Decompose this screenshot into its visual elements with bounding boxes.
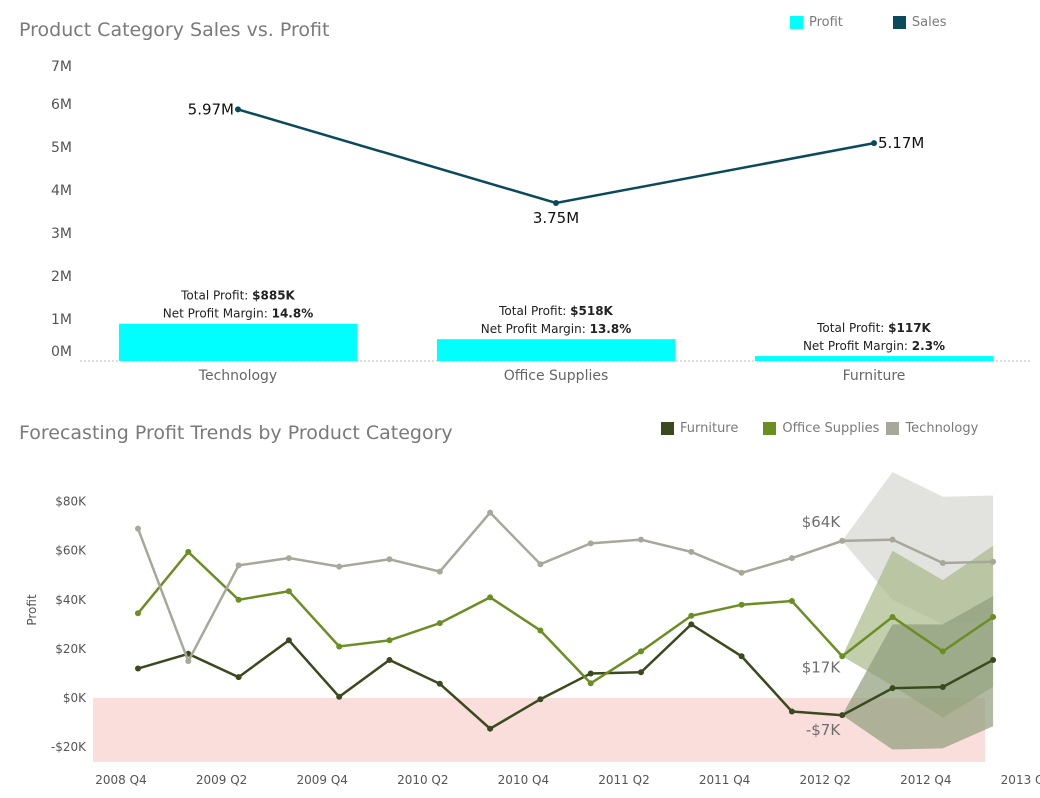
series-point-furniture: [587, 670, 594, 677]
y-tick-label: $60K: [55, 544, 87, 558]
series-point-technology: [788, 555, 795, 562]
forecast-label-office-supplies: $17K: [802, 658, 842, 676]
series-point-office-supplies: [688, 612, 695, 619]
series-point-technology: [135, 525, 141, 532]
series-point-office-supplies: [738, 601, 745, 608]
series-point-technology: [990, 558, 997, 565]
series-point-technology: [336, 563, 343, 570]
y-tick-label: $40K: [55, 593, 87, 607]
series-point-office-supplies: [638, 648, 644, 655]
series-point-office-supplies: [135, 610, 141, 617]
series-point-furniture: [436, 680, 443, 687]
series-point-technology: [487, 509, 494, 516]
series-point-furniture: [990, 656, 997, 663]
series-point-office-supplies: [939, 648, 946, 655]
x-tick-label: 2012 Q4: [900, 773, 951, 787]
series-point-furniture: [638, 669, 644, 676]
x-tick-label: 2009 Q4: [296, 773, 347, 787]
series-point-office-supplies: [185, 548, 192, 555]
series-point-office-supplies: [235, 596, 242, 603]
series-point-furniture: [235, 674, 242, 681]
x-tick-label: 2013 Q2: [1001, 773, 1040, 787]
y-tick-label: $20K: [55, 642, 87, 656]
series-point-office-supplies: [436, 620, 443, 627]
series-point-furniture: [788, 708, 795, 715]
series-point-technology: [235, 562, 242, 569]
y-axis-title: Profit: [25, 594, 39, 626]
forecast-label-technology: $64K: [802, 513, 842, 531]
series-point-technology: [688, 548, 695, 555]
series-point-technology: [185, 658, 192, 665]
series-point-furniture: [537, 696, 544, 703]
series-point-office-supplies: [537, 627, 544, 634]
series-point-furniture: [386, 656, 393, 663]
series-point-furniture: [285, 637, 292, 644]
series-point-office-supplies: [990, 613, 997, 620]
series-point-technology: [587, 540, 594, 547]
series-point-office-supplies: [587, 680, 594, 687]
series-point-office-supplies: [788, 598, 795, 605]
x-tick-label: 2011 Q4: [699, 773, 750, 787]
series-point-technology: [285, 555, 292, 562]
series-point-technology: [386, 556, 393, 563]
series-point-technology: [939, 559, 946, 566]
series-point-office-supplies: [889, 613, 896, 620]
series-point-technology: [537, 561, 544, 568]
series-point-office-supplies: [386, 637, 393, 644]
x-tick-label: 2010 Q2: [397, 773, 448, 787]
x-tick-label: 2011 Q2: [598, 773, 649, 787]
x-tick-label: 2009 Q2: [196, 773, 247, 787]
series-point-technology: [436, 568, 443, 575]
series-point-office-supplies: [285, 588, 292, 595]
x-tick-label: 2008 Q4: [95, 773, 146, 787]
x-tick-label: 2010 Q4: [498, 773, 549, 787]
series-point-technology: [738, 569, 745, 576]
series-point-technology: [839, 537, 846, 544]
series-point-furniture: [839, 712, 846, 719]
forecast-label-furniture: -$7K: [806, 721, 841, 739]
y-tick-label: $0K: [63, 691, 87, 705]
forecast-profit-chart: $80K $60K $40K $20K $0K -$20K Profit 2008 Q4 200…: [25, 472, 1040, 787]
y-tick-label: -$20K: [51, 740, 87, 754]
series-point-furniture: [939, 683, 946, 690]
series-point-office-supplies: [487, 594, 494, 601]
x-tick-label: 2012 Q2: [799, 773, 850, 787]
series-point-furniture: [688, 621, 695, 628]
series-point-technology: [638, 536, 644, 543]
series-point-furniture: [487, 725, 494, 732]
series-point-furniture: [135, 665, 141, 672]
series-point-furniture: [336, 693, 343, 700]
y-tick-label: $80K: [55, 495, 87, 509]
series-point-furniture: [889, 685, 896, 692]
series-point-furniture: [738, 653, 745, 660]
series-point-office-supplies: [336, 643, 343, 650]
series-point-technology: [889, 536, 896, 543]
